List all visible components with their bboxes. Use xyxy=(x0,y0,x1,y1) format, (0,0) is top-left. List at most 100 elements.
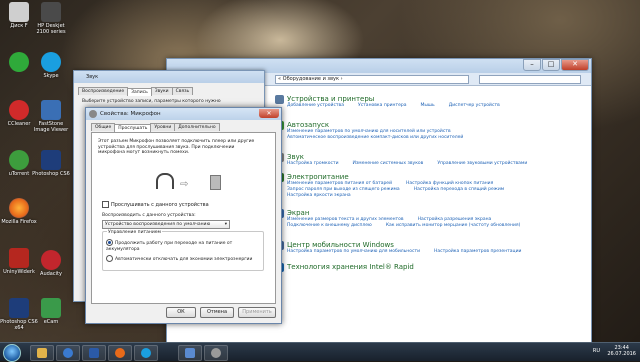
tab-advanced[interactable]: Дополнительно xyxy=(174,123,220,131)
link[interactable]: Настройка громкости xyxy=(287,161,339,166)
taskbar: RU 23:44 26.07.2016 xyxy=(0,342,640,362)
link[interactable]: Управление звуковыми устройствами xyxy=(437,161,527,166)
radio-auto-off[interactable] xyxy=(106,255,113,262)
category-title[interactable]: Технология хранения Intel® Rapid xyxy=(287,263,414,271)
desktop-icon-ecam[interactable]: eCam xyxy=(32,298,70,325)
gear-icon xyxy=(211,348,221,358)
link[interactable]: Настройка параметров презентации xyxy=(434,249,521,254)
start-button[interactable] xyxy=(3,344,21,362)
power-option-auto-off[interactable]: Автоматически отключать для экономии эле… xyxy=(106,255,262,262)
category-links: Подключение к внешнему дисплею Как исправ… xyxy=(287,223,534,229)
utorrent-icon xyxy=(9,150,29,170)
desktop-icon-label: uTorrent xyxy=(8,171,30,177)
drive-icon xyxy=(9,2,29,22)
link[interactable]: Подключение к внешнему дисплею xyxy=(287,223,372,228)
maximize-button[interactable]: □ xyxy=(542,59,560,71)
taskbar-settings[interactable] xyxy=(204,345,228,361)
tab-levels[interactable]: Уровни xyxy=(150,123,176,131)
desktop-icon-label: Skype xyxy=(43,73,59,79)
media-player-icon xyxy=(63,348,73,358)
link[interactable]: Как исправить монитор мерцание (частоту … xyxy=(386,223,521,228)
ecam-icon xyxy=(41,298,61,318)
desktop-icon-photoshop[interactable]: Photoshop CS6 xyxy=(32,150,70,177)
tab-listen[interactable]: Прослушать xyxy=(114,124,152,132)
category-title[interactable]: Автозапуск xyxy=(287,121,463,129)
firefox-icon xyxy=(115,348,125,358)
apply-button[interactable]: Применить xyxy=(238,307,276,318)
photoshop-icon xyxy=(9,298,29,318)
link[interactable]: Добавление устройства xyxy=(287,103,344,108)
category-links: Настройка громкости Изменение системных з… xyxy=(287,161,541,167)
uninstaller-icon xyxy=(9,248,29,268)
category-links: Настройка параметров по умолчанию для мо… xyxy=(287,249,535,255)
desktop-icon-label: Audacity xyxy=(40,271,62,277)
category-title[interactable]: Экран xyxy=(287,209,534,217)
desktop-icon-label: Диск F xyxy=(10,23,28,29)
link[interactable]: Мышь xyxy=(421,103,435,108)
link[interactable]: Настройка параметров по умолчанию для мо… xyxy=(287,249,420,254)
skype-icon xyxy=(41,52,61,72)
dialog-tabs: Общие Прослушать Уровни Дополнительно xyxy=(91,123,220,132)
tab-communications[interactable]: Связь xyxy=(171,87,194,95)
power-label: Управление питанием xyxy=(107,230,162,235)
device-icon xyxy=(210,175,221,190)
headset-icon xyxy=(156,173,174,189)
language-indicator[interactable]: RU xyxy=(593,348,600,354)
link[interactable]: Запрос пароля при выходе из спящего режи… xyxy=(287,187,400,192)
link[interactable]: Диспетчер устройств xyxy=(449,103,500,108)
link[interactable]: Настройка функций кнопок питания xyxy=(406,181,493,186)
sound-hint: Выберите устройство записи, параметры ко… xyxy=(82,99,221,104)
desktop-icon-label: UninyWiderk xyxy=(3,269,35,275)
tab-playback[interactable]: Воспроизведение xyxy=(78,87,129,95)
search-input[interactable] xyxy=(479,75,581,84)
dialog-title: Свойства: Микрофон xyxy=(100,111,161,117)
desktop-icon-firefox[interactable]: Mozilla Firefox xyxy=(0,198,38,225)
ok-button[interactable]: ОК xyxy=(166,307,196,318)
desktop-icon-label: Photoshop CS6 xyxy=(32,171,70,177)
link[interactable]: Настройка перехода в спящий режим xyxy=(414,187,504,192)
desktop-icon-skype[interactable]: Skype xyxy=(32,52,70,79)
tab-sounds[interactable]: Звуки xyxy=(150,87,173,95)
close-button[interactable]: ✕ xyxy=(259,109,279,118)
category-title[interactable]: Центр мобильности Windows xyxy=(287,241,535,249)
listen-checkbox-label: Прослушивать с данного устройства xyxy=(111,202,209,208)
breadcrumb[interactable]: « Оборудование и звук › xyxy=(275,75,469,84)
desktop-icon-faststone[interactable]: FastStone Image Viewer xyxy=(32,100,70,133)
link[interactable]: Установка принтера xyxy=(358,103,407,108)
listen-checkbox-row[interactable]: Прослушивать с данного устройства xyxy=(102,201,209,208)
radio-auto-off-label: Автоматически отключать для экономии эле… xyxy=(115,257,253,262)
radio-continue[interactable] xyxy=(106,239,113,246)
link[interactable]: Изменение системных звуков xyxy=(353,161,424,166)
category-title[interactable]: Устройства и принтеры xyxy=(287,95,514,103)
playback-device-select[interactable]: Устройство воспроизведения по умолчанию xyxy=(102,220,230,229)
clock[interactable]: 23:44 26.07.2016 xyxy=(607,345,636,357)
link[interactable]: Изменение параметров питания от батарей xyxy=(287,181,392,186)
desktop-icon-printer[interactable]: HP Deskjet 2100 series xyxy=(32,2,70,35)
link[interactable]: Настройка яркости экрана xyxy=(287,193,518,199)
link[interactable]: Автоматическое воспроизведение компакт-д… xyxy=(287,135,463,141)
listen-checkbox[interactable] xyxy=(102,201,109,208)
link[interactable]: Настройка разрешения экрана xyxy=(418,217,492,222)
window-controls: – □ ✕ xyxy=(522,59,589,71)
app-icon xyxy=(9,52,29,72)
category-mobility: Центр мобильности Windows Настройка пара… xyxy=(275,241,535,255)
tab-recording[interactable]: Запись xyxy=(127,88,152,96)
link[interactable]: Изменение размеров текста и других элеме… xyxy=(287,217,404,222)
playback-label: Воспроизводить с данного устройства: xyxy=(102,213,196,218)
power-option-continue[interactable]: Продолжить работу при переходе на питани… xyxy=(106,239,256,252)
cancel-button[interactable]: Отмена xyxy=(200,307,234,318)
close-button[interactable]: ✕ xyxy=(561,59,589,71)
taskbar-skype[interactable] xyxy=(134,345,158,361)
desktop-icon-audacity[interactable]: Audacity xyxy=(32,250,70,277)
taskbar-control-panel[interactable] xyxy=(178,345,202,361)
minimize-button[interactable]: – xyxy=(523,59,541,71)
taskbar-explorer[interactable] xyxy=(30,345,54,361)
category-title[interactable]: Электропитание xyxy=(287,173,518,181)
category-title[interactable]: Звук xyxy=(287,153,541,161)
taskbar-media-player[interactable] xyxy=(56,345,80,361)
desktop-icon-label: eCam xyxy=(43,319,59,325)
tab-general[interactable]: Общие xyxy=(91,123,116,131)
taskbar-firefox[interactable] xyxy=(108,345,132,361)
faststone-icon xyxy=(41,100,61,120)
taskbar-word[interactable] xyxy=(82,345,106,361)
